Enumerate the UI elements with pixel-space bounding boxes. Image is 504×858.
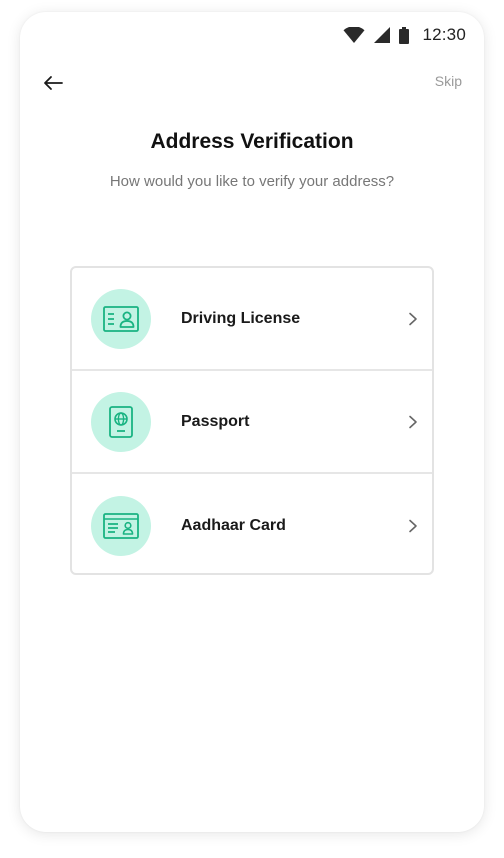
chevron-right-icon bbox=[409, 415, 417, 428]
wifi-icon bbox=[343, 27, 365, 43]
skip-link[interactable]: Skip bbox=[435, 73, 462, 89]
option-driving-license[interactable]: Driving License bbox=[72, 268, 432, 371]
id-card-icon bbox=[103, 305, 139, 332]
status-time: 12:30 bbox=[422, 25, 466, 44]
option-label: Passport bbox=[181, 412, 250, 430]
page-subtitle: How would you like to verify your addres… bbox=[109, 173, 395, 190]
signal-icon bbox=[374, 27, 391, 43]
option-icon-bg bbox=[91, 391, 151, 452]
status-bar: 12:30 bbox=[20, 12, 484, 60]
option-aadhaar-card[interactable]: Aadhaar Card bbox=[72, 474, 432, 573]
option-passport[interactable]: Passport bbox=[72, 371, 432, 474]
verification-options-list: Driving License Passport Aadhaar Card bbox=[70, 266, 434, 575]
page-title: Address Verification bbox=[150, 130, 354, 153]
top-nav: Skip bbox=[20, 68, 484, 98]
arrow-left-icon bbox=[44, 76, 63, 90]
battery-icon bbox=[399, 26, 410, 44]
option-label: Aadhaar Card bbox=[181, 516, 286, 534]
passport-icon bbox=[109, 405, 133, 438]
option-icon-bg bbox=[91, 495, 151, 556]
chevron-right-icon bbox=[409, 312, 417, 325]
option-icon-bg bbox=[91, 288, 151, 349]
status-icons: 12:30 bbox=[343, 25, 466, 45]
back-button[interactable] bbox=[40, 70, 66, 96]
aadhaar-card-icon bbox=[103, 512, 139, 539]
option-label: Driving License bbox=[181, 309, 301, 327]
chevron-right-icon bbox=[409, 519, 417, 532]
phone-screen: 12:30 Skip Address Verification How woul… bbox=[20, 12, 484, 832]
